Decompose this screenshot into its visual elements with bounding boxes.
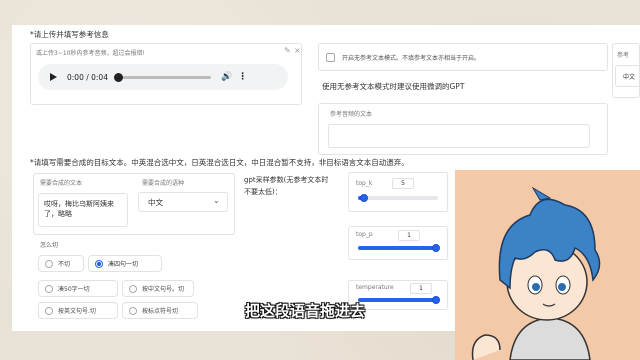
target-label: *请填写需要合成的目标文本。中英混合选中文，日英混合选日文，中日混合暂不支持，非… xyxy=(30,158,409,167)
split-option[interactable]: 不切 xyxy=(38,255,84,272)
more-options-icon[interactable]: ⋮ xyxy=(238,72,247,82)
target-lang-value: 中文 xyxy=(148,198,163,207)
radio-icon xyxy=(45,259,53,268)
radio-icon xyxy=(129,284,137,293)
audio-player[interactable]: 0:00 / 0:04 🔊 ⋮ xyxy=(38,64,288,90)
audio-progress-knob[interactable] xyxy=(113,72,123,82)
top-p-slider[interactable] xyxy=(358,246,438,250)
split-option[interactable]: 按中文句号。切 xyxy=(122,280,194,297)
temperature-input[interactable]: 1 xyxy=(410,283,432,294)
top-p-slider-knob[interactable] xyxy=(432,244,440,252)
gpt-label: gpt采样参数(无参考文本时不要太低)： xyxy=(244,176,329,196)
ref-text-input[interactable] xyxy=(328,124,590,148)
top-p-label: top_p xyxy=(356,231,373,238)
split-option[interactable]: 凑50字一切 xyxy=(38,280,118,297)
top-k-slider-knob[interactable] xyxy=(360,194,368,202)
play-icon[interactable] xyxy=(50,73,57,81)
split-label: 怎么切 xyxy=(40,242,59,249)
radio-icon xyxy=(129,306,137,315)
ref-text-label: 参考音频的文本 xyxy=(330,111,373,118)
upload-label: *请上传并填写参考信息 xyxy=(30,30,109,39)
chevron-down-icon: ⌄ xyxy=(213,196,220,205)
top-k-slider[interactable] xyxy=(358,196,438,200)
volume-icon[interactable]: 🔊 xyxy=(221,72,232,82)
audio-progress[interactable] xyxy=(113,72,211,82)
file-hint: 或上传3~10秒内参考音频，超过会报错! xyxy=(36,50,145,57)
target-text-label: 需要合成的文本 xyxy=(40,180,83,187)
no-ref-checkbox-label: 开启无参考文本模式。不填参考文本亦相当于开启。 xyxy=(342,55,481,62)
radio-selected-icon xyxy=(95,259,103,268)
target-lang-label: 需要合成的语种 xyxy=(142,180,185,187)
radio-icon xyxy=(45,284,53,293)
ref-lang-label: 参考 xyxy=(617,52,630,59)
split-option[interactable]: 按英文句号.切 xyxy=(38,302,118,319)
temperature-slider-knob[interactable] xyxy=(432,296,440,304)
radio-icon xyxy=(45,306,53,315)
target-text-value: 哎呀，梅比乌斯阿姨来了，略略 xyxy=(44,200,114,218)
avatar-illustration xyxy=(471,186,601,360)
top-k-label: top_k xyxy=(356,180,373,187)
no-ref-tip: 使用无参考文本模式时建议使用微调的GPT xyxy=(322,82,465,91)
top-p-input[interactable]: 1 xyxy=(398,230,420,241)
temperature-label: temperature xyxy=(356,284,394,291)
audio-time: 0:00 / 0:04 xyxy=(67,72,108,82)
close-icon[interactable]: × xyxy=(294,46,301,55)
top-k-input[interactable]: 5 xyxy=(392,178,414,189)
no-ref-checkbox[interactable] xyxy=(326,53,335,62)
split-option[interactable]: 按标点符号切 xyxy=(122,302,198,319)
video-subtitle: 把这段语音拖进去 xyxy=(245,302,366,320)
split-option[interactable]: 凑四句一切 xyxy=(88,255,162,272)
temperature-slider[interactable] xyxy=(358,298,438,302)
ref-lang-value: 中文 xyxy=(623,74,636,81)
edit-icon[interactable]: ✎ xyxy=(284,46,291,55)
avatar-overlay xyxy=(455,170,640,360)
